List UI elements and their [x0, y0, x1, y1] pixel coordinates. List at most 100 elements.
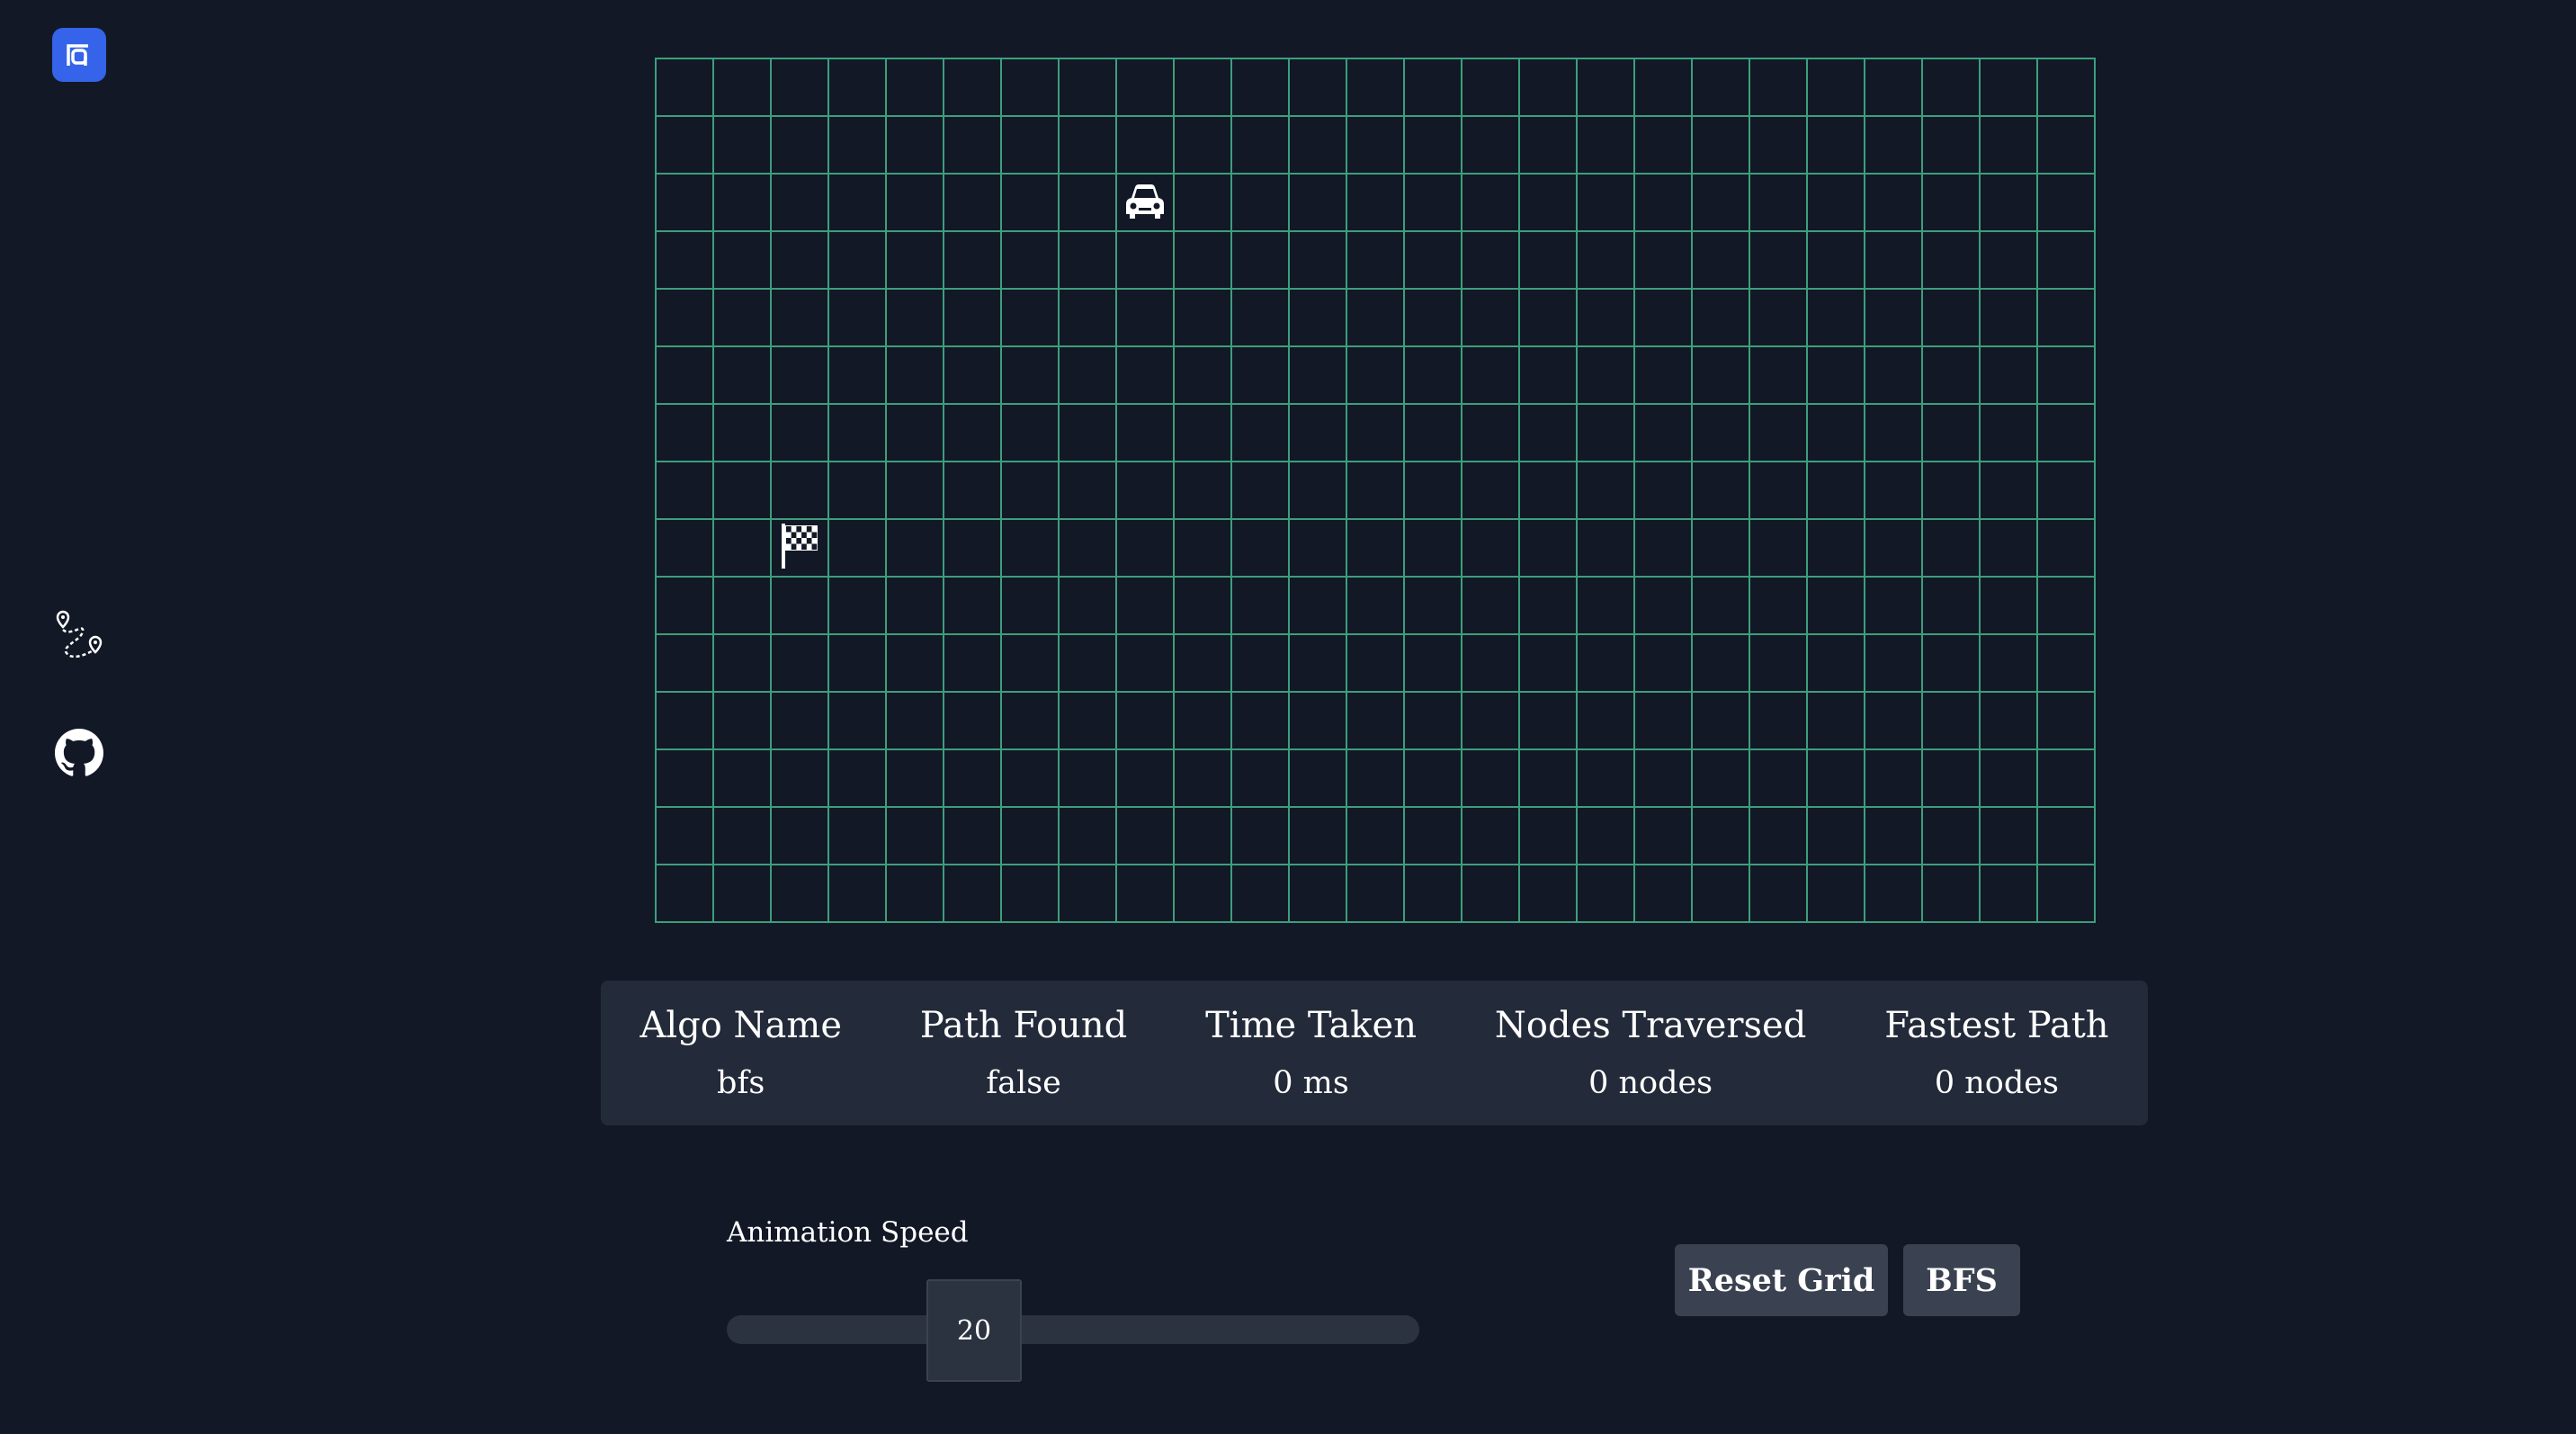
grid-cell[interactable] [1288, 115, 1346, 173]
grid-cell[interactable] [2036, 403, 2094, 461]
grid-cell[interactable] [770, 864, 827, 921]
grid-cell[interactable] [1576, 864, 1633, 921]
grid-cell[interactable] [1633, 633, 1691, 691]
grid-cell[interactable] [1058, 633, 1115, 691]
grid-cell[interactable] [712, 288, 770, 345]
grid-cell[interactable] [1749, 58, 1806, 115]
grid-cell[interactable] [827, 461, 885, 518]
car-icon[interactable] [1123, 180, 1167, 225]
grid-cell[interactable] [1461, 403, 1518, 461]
grid-cell[interactable] [655, 288, 712, 345]
grid-cell[interactable] [1230, 691, 1288, 748]
grid-cell[interactable] [1173, 403, 1230, 461]
grid-cell[interactable] [1691, 806, 1749, 864]
grid-cell[interactable] [1403, 806, 1461, 864]
grid-cell[interactable] [1749, 403, 1806, 461]
grid-cell[interactable] [827, 288, 885, 345]
grid-cell[interactable] [1749, 173, 1806, 230]
grid-cell[interactable] [1633, 691, 1691, 748]
grid-cell[interactable] [1633, 806, 1691, 864]
grid-cell[interactable] [770, 806, 827, 864]
grid-cell[interactable] [1921, 633, 1979, 691]
grid-cell[interactable] [770, 461, 827, 518]
grid-cell[interactable] [1633, 288, 1691, 345]
grid-cell[interactable] [655, 345, 712, 403]
grid-cell[interactable] [1979, 633, 2036, 691]
grid-cell[interactable] [1979, 576, 2036, 633]
grid-cell[interactable] [655, 576, 712, 633]
grid-cell[interactable] [1921, 58, 1979, 115]
start-node[interactable] [1115, 173, 1173, 230]
grid-cell[interactable] [712, 115, 770, 173]
grid-cell[interactable] [1058, 115, 1115, 173]
grid-cell[interactable] [1403, 403, 1461, 461]
grid-cell[interactable] [1115, 748, 1173, 806]
grid-cell[interactable] [1115, 230, 1173, 288]
grid-cell[interactable] [1346, 518, 1403, 576]
grid-cell[interactable] [1921, 864, 1979, 921]
grid-cell[interactable] [1346, 633, 1403, 691]
grid-cell[interactable] [1576, 230, 1633, 288]
grid-cell[interactable] [1806, 115, 1864, 173]
grid-cell[interactable] [1000, 461, 1058, 518]
grid-cell[interactable] [1633, 748, 1691, 806]
grid-cell[interactable] [1749, 864, 1806, 921]
grid-cell[interactable] [1000, 288, 1058, 345]
grid-cell[interactable] [885, 173, 943, 230]
grid-cell[interactable] [1979, 518, 2036, 576]
grid-cell[interactable] [1806, 173, 1864, 230]
grid-cell[interactable] [943, 691, 1000, 748]
grid-cell[interactable] [1403, 230, 1461, 288]
grid-cell[interactable] [1921, 576, 1979, 633]
grid-cell[interactable] [885, 345, 943, 403]
grid-cell[interactable] [1173, 748, 1230, 806]
grid-cell[interactable] [1115, 58, 1173, 115]
grid-cell[interactable] [1633, 115, 1691, 173]
grid-cell[interactable] [827, 691, 885, 748]
grid-cell[interactable] [1000, 748, 1058, 806]
grid-cell[interactable] [1000, 518, 1058, 576]
grid-cell[interactable] [1288, 806, 1346, 864]
grid-cell[interactable] [2036, 288, 2094, 345]
grid-cell[interactable] [712, 58, 770, 115]
grid-cell[interactable] [1806, 461, 1864, 518]
grid-cell[interactable] [1633, 230, 1691, 288]
grid-cell[interactable] [1230, 345, 1288, 403]
grid-cell[interactable] [1461, 58, 1518, 115]
route-map-icon[interactable] [50, 605, 108, 662]
grid-cell[interactable] [1921, 230, 1979, 288]
grid-cell[interactable] [943, 864, 1000, 921]
grid-cell[interactable] [1230, 748, 1288, 806]
grid-cell[interactable] [1864, 173, 1921, 230]
grid-cell[interactable] [1058, 230, 1115, 288]
grid-cell[interactable] [1518, 633, 1576, 691]
grid-cell[interactable] [943, 461, 1000, 518]
grid-cell[interactable] [1691, 691, 1749, 748]
grid-cell[interactable] [827, 748, 885, 806]
grid-cell[interactable] [1576, 748, 1633, 806]
grid-cell[interactable] [1288, 691, 1346, 748]
grid-cell[interactable] [1230, 115, 1288, 173]
grid-cell[interactable] [1461, 173, 1518, 230]
grid-cell[interactable] [655, 518, 712, 576]
grid-cell[interactable] [1576, 173, 1633, 230]
grid-cell[interactable] [1518, 518, 1576, 576]
grid-cell[interactable] [1749, 461, 1806, 518]
animation-speed-slider-track[interactable] [727, 1315, 1419, 1344]
grid-cell[interactable] [1403, 864, 1461, 921]
grid-cell[interactable] [1403, 58, 1461, 115]
grid-cell[interactable] [1403, 461, 1461, 518]
grid-cell[interactable] [1576, 345, 1633, 403]
grid-cell[interactable] [1115, 288, 1173, 345]
grid-cell[interactable] [1749, 230, 1806, 288]
grid-cell[interactable] [770, 576, 827, 633]
grid-cell[interactable] [1000, 864, 1058, 921]
grid-cell[interactable] [1230, 864, 1288, 921]
grid-cell[interactable] [1979, 173, 2036, 230]
grid-cell[interactable] [655, 115, 712, 173]
grid-cell[interactable] [1058, 864, 1115, 921]
grid-cell[interactable] [770, 115, 827, 173]
grid-cell[interactable] [1173, 461, 1230, 518]
grid-cell[interactable] [1230, 461, 1288, 518]
grid-cell[interactable] [1288, 230, 1346, 288]
